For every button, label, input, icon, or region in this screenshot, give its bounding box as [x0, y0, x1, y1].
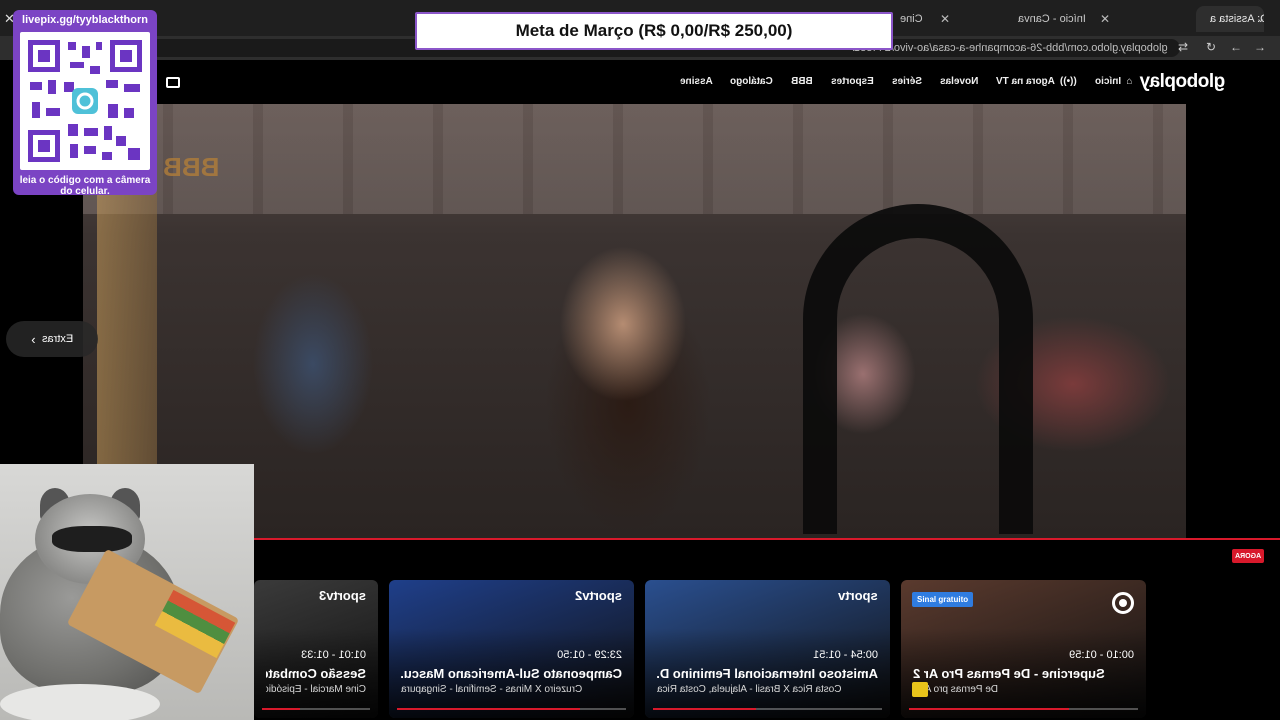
close-tab-icon[interactable]: ✕: [1100, 12, 1110, 26]
home-icon: ⌂: [1125, 76, 1132, 87]
tab-label: Cine: [900, 13, 923, 25]
qr-code-graphic: [28, 40, 142, 162]
nav-label: Início: [1094, 76, 1121, 87]
tab-bbb-live[interactable]: BBB 26 AO VIVO: Assista a: [1196, 6, 1264, 32]
nav-label: Catálogo: [730, 76, 774, 87]
live-badge-label: AGORA: [1234, 552, 1262, 560]
program-title: Campeonato Sul-Americano Mascu...: [401, 666, 622, 681]
goal-text: Meta de Março (R$ 0,00/R$ 250,00): [515, 21, 793, 40]
chevron-left-icon: ‹: [31, 331, 36, 347]
channel-logo: sportv: [838, 588, 878, 603]
live-badge: AGORA: [1232, 549, 1264, 563]
back-icon[interactable]: →: [1254, 40, 1266, 54]
live-timeline: [254, 538, 1280, 540]
program-title: Supercine - De Pernas Pro Ar 2: [913, 666, 1105, 681]
program-subtitle: De Pernas pro Ar 2: [913, 684, 999, 695]
program-subtitle: Cruzeiro X Minas - Semifinal - Singapura: [401, 684, 583, 695]
live-signal-icon: ((•)): [1060, 76, 1077, 87]
program-time: 00:54 - 01:51: [813, 649, 878, 661]
channel-logo: sportv2: [575, 588, 622, 603]
rating-tag-icon: [912, 682, 928, 697]
nav-label: Agora na TV: [996, 76, 1055, 87]
program-progress: [653, 708, 882, 710]
raccoon-mask: [52, 526, 132, 552]
stream-goal-bar: Meta de Março (R$ 0,00/R$ 250,00): [415, 12, 893, 50]
schedule-card[interactable]: sportv 00:54 - 01:51 Amistoso Internaciona…: [645, 580, 890, 718]
main-nav: ⌂ Início ((•)) Agora na TV Novelas Série…: [680, 76, 1132, 87]
program-progress-fill: [909, 708, 1070, 710]
program-subtitle: Costa Rica X Brasil - Alajuela, Costa Ri…: [657, 684, 842, 695]
schedule-card[interactable]: sportv2 23:29 - 01:50 Campeonato Sul-Ameri…: [389, 580, 634, 718]
pillow: [0, 684, 160, 720]
tab-cine[interactable]: Cine: [892, 6, 932, 32]
nav-label: Novelas: [939, 76, 979, 87]
nav-label: Esportes: [830, 76, 874, 87]
program-progress: [262, 708, 370, 710]
qr-code-icon: [20, 32, 150, 170]
program-time: 01:01 - 01:33: [301, 649, 366, 661]
reload-icon[interactable]: ↻: [1206, 40, 1216, 54]
nav-series[interactable]: Séries: [892, 76, 922, 87]
tab-canva[interactable]: Início - Canva: [1010, 6, 1098, 32]
extras-button[interactable]: ‹ Extras: [6, 321, 98, 357]
video-ceiling: [83, 104, 1186, 214]
schedule-card[interactable]: sportv3 01:01 - 01:33 Sessão Combate Cine M…: [254, 580, 378, 718]
tab-label: Início - Canva: [1018, 13, 1086, 25]
nav-label: Séries: [891, 76, 922, 87]
program-progress-fill: [262, 708, 300, 710]
globoplay-logo[interactable]: globoplay: [1140, 71, 1225, 93]
program-progress-fill: [397, 708, 581, 710]
livepix-qr-card: livepix.gg/tyyblackthorn leia o código c…: [13, 10, 157, 197]
free-signal-label: Sinal gratuito: [917, 595, 969, 604]
forward-icon[interactable]: ←: [1230, 40, 1242, 54]
program-subtitle: Cine Marcial - Episódio 3: [266, 684, 366, 695]
program-time: 00:10 - 01:59: [1069, 649, 1134, 661]
url-text: globoplay.globo.com/bbb-26-acompanhe-a-c…: [851, 42, 1168, 54]
nav-inicio[interactable]: ⌂ Início: [1095, 76, 1132, 87]
channel-logo: sportv3: [319, 588, 366, 603]
program-progress-fill: [653, 708, 757, 710]
nav-label: BBB: [791, 76, 813, 87]
webcam-feed: [0, 464, 254, 720]
program-progress: [397, 708, 626, 710]
qr-caption: leia o código com a câmera do celular.: [19, 175, 151, 197]
program-progress: [909, 708, 1138, 710]
extras-label: Extras: [41, 333, 73, 345]
nav-assine[interactable]: Assine: [680, 76, 713, 87]
nav-catalogo[interactable]: Catálogo: [730, 76, 773, 87]
nav-agora-na-tv[interactable]: ((•)) Agora na TV: [996, 76, 1077, 87]
free-signal-badge: Sinal gratuito: [912, 592, 974, 607]
close-icon[interactable]: ✕: [4, 11, 15, 27]
video-arch-decor: [803, 204, 1033, 534]
nav-bbb[interactable]: BBB: [791, 76, 813, 87]
qr-url-text: livepix.gg/tyyblackthorn: [22, 14, 148, 26]
nav-label: Assine: [679, 76, 713, 87]
program-time: 23:29 - 01:50: [557, 649, 622, 661]
tab-search-icon[interactable]: ⌄: [1256, 12, 1265, 25]
bbb-watermark: BBB: [163, 152, 220, 182]
site-settings-icon[interactable]: ⇄: [1178, 40, 1188, 54]
cast-icon[interactable]: [166, 77, 180, 88]
screen: BBB 26 AO VIVO: Assista a ✕ Início - Can…: [0, 0, 1280, 720]
globo-logo-icon: [1112, 592, 1134, 614]
nav-novelas[interactable]: Novelas: [940, 76, 978, 87]
program-title: Sessão Combate: [266, 666, 366, 681]
program-title: Amistoso Internacional Feminino D...: [657, 666, 878, 681]
globoplay-header: globoplay ⌂ Início ((•)) Agora na TV Nov…: [160, 62, 1280, 104]
nav-esportes[interactable]: Esportes: [831, 76, 874, 87]
close-tab-icon[interactable]: ✕: [940, 12, 950, 26]
